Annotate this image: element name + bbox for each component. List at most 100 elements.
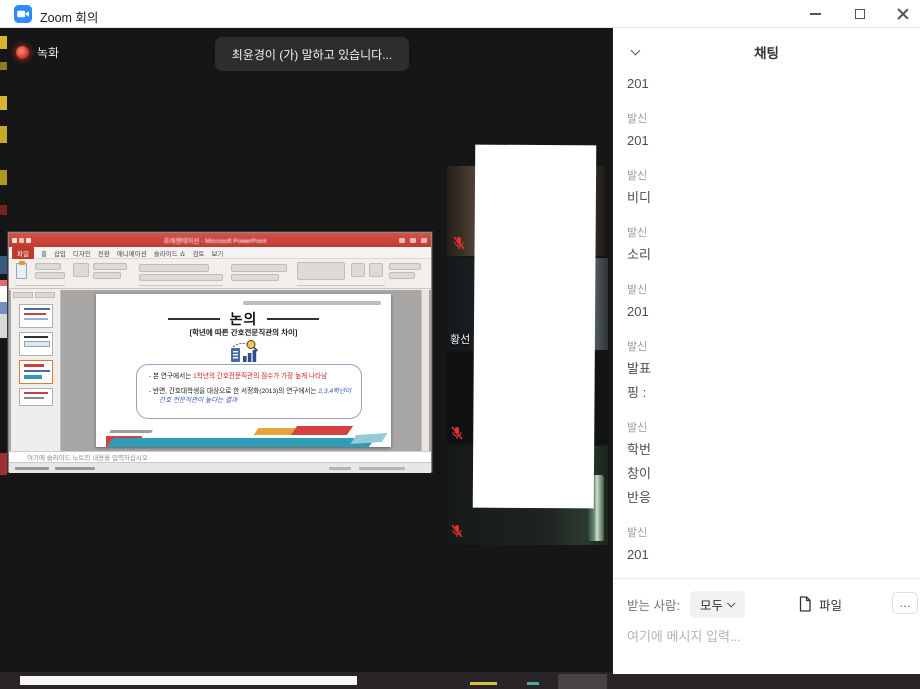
bullet-line-1: - 본 연구에서는 1학년의 간호전문직관의 점수가 가장 높게 나타남	[149, 372, 349, 382]
chat-message-text: 반응	[627, 486, 907, 510]
ppt-ribbon-group-label	[139, 285, 223, 286]
ppt-slide-thumbnail-selected[interactable]	[19, 360, 53, 384]
chat-message-meta: 발신	[627, 281, 907, 297]
chat-message-text: 비디	[627, 186, 907, 210]
taskbar-app-indicator[interactable]	[470, 682, 497, 685]
file-icon	[798, 596, 812, 612]
ppt-slides-tab	[13, 292, 33, 298]
ppt-status-theme	[55, 467, 95, 470]
mic-muted-icon	[451, 524, 463, 538]
chat-message-meta: 발신	[627, 224, 907, 240]
close-button[interactable]	[886, 0, 920, 28]
ppt-tab-view[interactable]: 보기	[211, 248, 223, 258]
ppt-tab-home[interactable]: 홈	[41, 248, 47, 258]
ppt-tab-review[interactable]: 검토	[192, 248, 204, 258]
ppt-paragraph-buttons	[231, 264, 287, 272]
chat-footer: 받는 사람: 모두 파일 …	[613, 578, 920, 674]
minimize-button[interactable]	[798, 0, 832, 28]
ppt-slide-thumbnail[interactable]	[19, 332, 53, 356]
ppt-tab-animations[interactable]: 애니메이션	[117, 248, 147, 258]
shared-screen-powerpoint: 프레젠테이션 - Microsoft PowerPoint 파일 홈 삽입 디자…	[8, 232, 432, 472]
ppt-paragraph-buttons	[231, 274, 279, 281]
ppt-ribbon-group-label	[15, 285, 65, 286]
ppt-view-buttons[interactable]	[329, 467, 351, 470]
chat-message: 발신 비디	[627, 167, 907, 210]
ppt-status-slide-number	[15, 467, 49, 470]
recipient-value: 모두	[700, 595, 723, 614]
ppt-content-area: 논의 [학년에 따른 간호전문직관의 차이] - 본 연구에서는 1학년의 간호…	[9, 290, 431, 451]
taskbar-active-app[interactable]	[558, 674, 607, 689]
chat-message-list[interactable]: 201 발신 201 발신 비디 발신 소리 발신 201 발신 발표 핑 : …	[627, 72, 907, 581]
ppt-window-controls[interactable]	[399, 238, 427, 243]
chat-message-meta: 발신	[627, 419, 907, 435]
background-window-sliver	[0, 280, 7, 338]
recording-label: 녹화	[37, 44, 59, 61]
ellipsis-icon: …	[899, 596, 911, 610]
chat-message: 201	[627, 72, 907, 96]
ppt-ribbon[interactable]	[9, 259, 431, 289]
active-speaker-toast: 최윤경이 (가) 말하고 있습니다...	[215, 37, 409, 71]
ppt-slide-thumbnail-panel[interactable]	[11, 290, 61, 451]
taskbar-redaction-bar	[20, 676, 357, 685]
deco-lightteal-bar	[350, 433, 387, 444]
file-label: 파일	[819, 595, 842, 614]
slide-header-caption	[243, 301, 381, 305]
recipient-label: 받는 사람:	[627, 595, 680, 614]
thumb-box	[24, 375, 42, 379]
maximize-button[interactable]	[843, 0, 877, 28]
chat-message-text: 소리	[627, 243, 907, 267]
thumb-line	[24, 308, 50, 310]
chat-message-meta: 발신	[627, 524, 907, 540]
bullet-line-3: 간호 전문직관이 높다는 결과	[149, 396, 349, 406]
chat-message-input[interactable]	[627, 629, 907, 644]
ppt-thumbnail-tabs[interactable]	[11, 290, 60, 300]
recording-dot-icon	[16, 46, 29, 59]
chat-message-text: 창이	[627, 462, 907, 486]
chat-message: 발신 201	[627, 281, 907, 324]
participant-name: 황선	[450, 331, 470, 347]
chat-message-meta: 발신	[627, 110, 907, 126]
ppt-notes-pane[interactable]: 여기에 슬라이드 노트의 내용을 입력하십시오	[9, 451, 431, 462]
chart-magnifier-clipart	[227, 340, 261, 366]
zoom-logo-icon	[14, 5, 32, 23]
thumb-line	[24, 364, 44, 367]
slide-bullet-box: - 본 연구에서는 1학년의 간호전문직관의 점수가 가장 높게 나타남 - 반…	[136, 364, 362, 419]
ppt-tab-design[interactable]: 디자인	[73, 248, 91, 258]
chat-message: 발신 201	[627, 110, 907, 153]
title-dash	[267, 318, 319, 320]
slide-title-row: 논의	[96, 309, 391, 329]
thumb-line	[24, 318, 48, 320]
title-dash	[168, 318, 220, 320]
mic-muted-icon	[451, 426, 463, 440]
background-window-sliver	[0, 36, 7, 49]
thumb-line	[24, 313, 46, 315]
ppt-zoom-slider[interactable]	[359, 467, 405, 470]
ppt-window-title: 프레젠테이션 - Microsoft PowerPoint	[31, 235, 399, 245]
background-window-sliver	[0, 256, 7, 274]
ppt-ribbon-button	[93, 263, 127, 270]
recording-indicator[interactable]: 녹화	[16, 44, 59, 61]
chat-message-text: 201	[627, 543, 907, 567]
ppt-slide-thumbnail[interactable]	[19, 388, 53, 406]
recipient-dropdown[interactable]: 모두	[690, 591, 745, 618]
ppt-titlebar: 프레젠테이션 - Microsoft PowerPoint	[9, 233, 431, 247]
file-button[interactable]: 파일	[798, 591, 842, 617]
ppt-tab-file[interactable]: 파일	[12, 247, 34, 259]
ppt-quick-access-toolbar[interactable]	[12, 238, 31, 243]
chevron-down-icon	[727, 599, 735, 607]
ppt-tab-transitions[interactable]: 전환	[98, 248, 110, 258]
ppt-paste-icon	[16, 263, 27, 279]
ppt-slide-thumbnail[interactable]	[19, 304, 53, 328]
chat-message-text: 핑 :	[627, 381, 907, 405]
deco-red-bar	[291, 426, 353, 435]
ppt-ribbon-group-label	[297, 285, 385, 286]
chat-header: 채팅	[613, 40, 920, 64]
more-options-button[interactable]: …	[892, 592, 918, 614]
chat-panel: 채팅 201 발신 201 발신 비디 발신 소리 발신 201 발신 발표 핑…	[612, 28, 920, 674]
ppt-tab-slideshow[interactable]: 슬라이드 쇼	[154, 248, 186, 258]
chat-message-text: 학번	[627, 438, 907, 462]
taskbar-app-indicator[interactable]	[527, 682, 539, 685]
ppt-font-box	[139, 264, 209, 272]
ppt-tab-insert[interactable]: 삽입	[54, 248, 66, 258]
ppt-slide-scrollbar[interactable]	[421, 290, 429, 451]
